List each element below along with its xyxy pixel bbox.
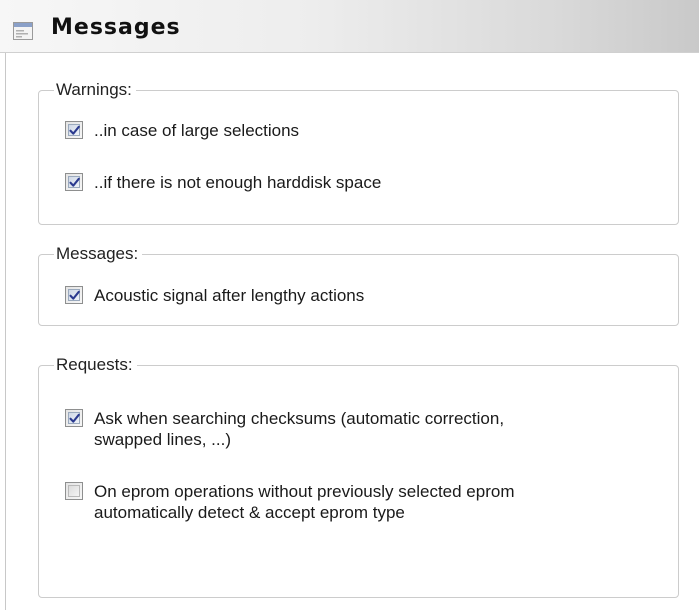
ask-checksums-option[interactable]: Ask when searching checksums (automatic …: [65, 408, 655, 452]
acoustic-signal-label: Acoustic signal after lengthy actions: [94, 286, 365, 305]
warn-large-selections-checkbox[interactable]: [65, 121, 83, 139]
warn-disk-space-label: ..if there is not enough harddisk space: [94, 173, 382, 192]
panel-title: Messages: [51, 15, 181, 40]
check-icon: [69, 413, 80, 423]
acoustic-signal-option[interactable]: Acoustic signal after lengthy actions: [65, 285, 655, 307]
warn-large-selections-label: ..in case of large selections: [94, 121, 300, 140]
left-divider: [5, 53, 6, 610]
check-icon: [69, 290, 80, 300]
warn-large-selections-option[interactable]: ..in case of large selections: [65, 120, 655, 142]
ask-checksums-label-line1: Ask when searching checksums (automatic …: [94, 409, 505, 428]
auto-detect-eprom-option[interactable]: On eprom operations without previously s…: [65, 481, 655, 525]
auto-detect-eprom-label-line2: automatically detect & accept eprom type: [94, 503, 405, 522]
auto-detect-eprom-checkbox[interactable]: [65, 482, 83, 500]
panel-icon: [13, 22, 33, 40]
ask-checksums-label: Ask when searching checksums (automatic …: [94, 408, 504, 450]
auto-detect-eprom-label-line1: On eprom operations without previously s…: [94, 482, 515, 501]
check-icon: [69, 125, 80, 135]
panel-header: Messages: [0, 0, 699, 53]
warn-disk-space-checkbox[interactable]: [65, 173, 83, 191]
warnings-legend: Warnings:: [54, 80, 136, 100]
messages-panel: Messages Warnings: ..in case of large se…: [0, 0, 699, 610]
warnings-group: Warnings: ..in case of large selections …: [38, 80, 679, 225]
acoustic-signal-checkbox[interactable]: [65, 286, 83, 304]
messages-legend: Messages:: [54, 244, 143, 264]
ask-checksums-checkbox[interactable]: [65, 409, 83, 427]
check-icon: [69, 177, 80, 187]
messages-group: Messages: Acoustic signal after lengthy …: [38, 244, 679, 326]
requests-legend: Requests:: [54, 355, 137, 375]
auto-detect-eprom-label: On eprom operations without previously s…: [94, 481, 515, 523]
requests-group: Requests: Ask when searching checksums (…: [38, 355, 679, 598]
warn-disk-space-option[interactable]: ..if there is not enough harddisk space: [65, 172, 655, 194]
ask-checksums-label-line2: swapped lines, ...): [94, 430, 232, 449]
